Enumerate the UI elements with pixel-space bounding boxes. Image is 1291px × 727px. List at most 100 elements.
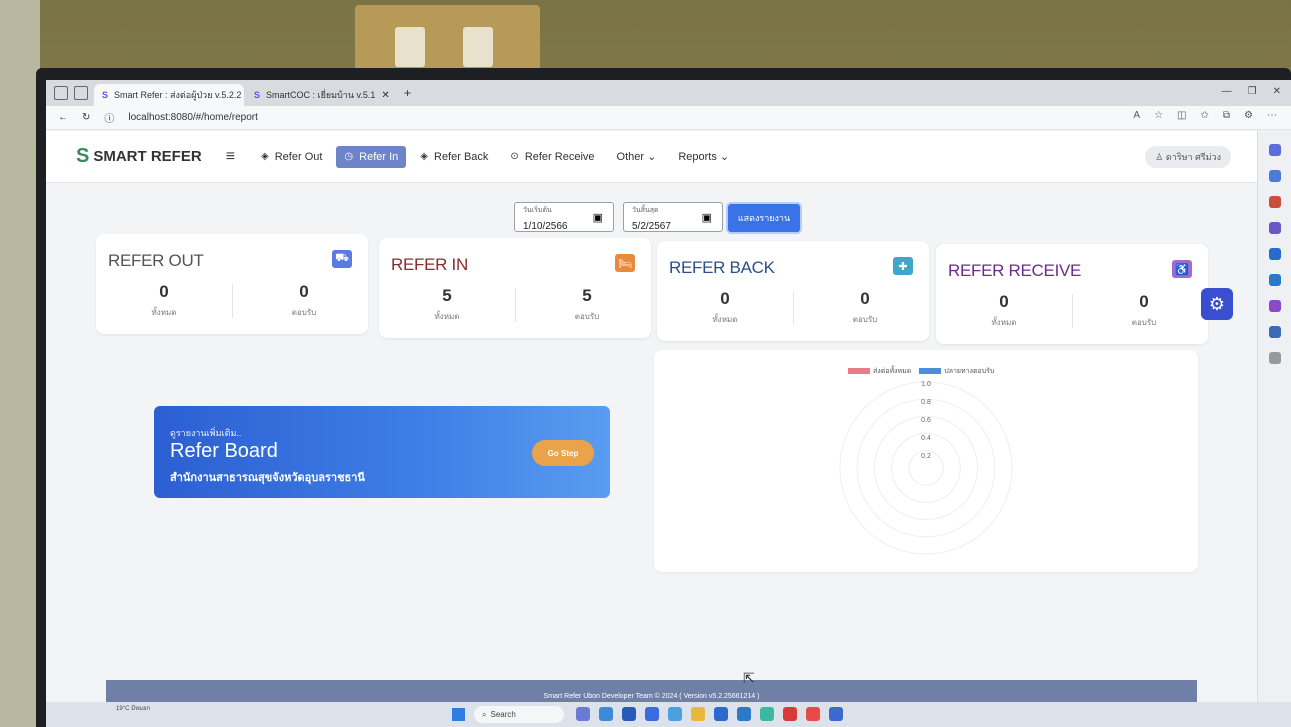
nav-refer-out[interactable]: ◈ Refer Out [253, 146, 330, 168]
nav-refer-in[interactable]: ◷ Refer In [336, 145, 407, 168]
games-icon[interactable] [1268, 222, 1281, 234]
menu-hamburger-icon[interactable]: ≡ [226, 148, 235, 166]
stat-value: 0 [720, 289, 730, 308]
footer-text: Smart Refer Ubon Developer Team © 2024 (… [543, 693, 760, 700]
card-refer-receive[interactable]: REFER RECEIVE ♿ 0 ทั้งหมด 0 ตอบรับ [936, 244, 1208, 344]
reload-icon[interactable]: ↻ [82, 112, 90, 123]
add-icon[interactable] [1268, 352, 1281, 364]
url-field[interactable]: localhost:8080/#/home/report [128, 112, 258, 123]
favorite-star-icon[interactable]: ☆ [1154, 110, 1163, 121]
nav-reports-dropdown[interactable]: Reports ⌄ [670, 145, 737, 168]
weather-text: 19°C มีหมอก [116, 706, 151, 712]
outlook-icon[interactable] [1268, 274, 1281, 286]
stat-label: ทั้งหมด [712, 315, 738, 324]
favorites-icon[interactable]: ✩ [1201, 110, 1209, 121]
card-refer-in[interactable]: REFER IN 🛏 5 ทั้งหมด 5 ตอบรับ [379, 238, 651, 338]
search-icon[interactable] [1268, 144, 1281, 156]
app-icon[interactable] [737, 707, 751, 721]
tab-actions-icon[interactable] [74, 86, 88, 100]
stat-value: 5 [442, 286, 452, 305]
card-refer-back[interactable]: REFER BACK ✚ 0 ทั้งหมด 0 ตอบรับ [657, 241, 929, 341]
calendar-icon[interactable]: ▣ [593, 211, 603, 224]
read-aloud-icon[interactable]: A [1133, 110, 1140, 121]
app-icon[interactable] [783, 707, 797, 721]
extensions-icon[interactable]: ⚙ [1244, 110, 1253, 121]
nav-other-dropdown[interactable]: Other ⌄ [609, 145, 665, 168]
calendar-icon[interactable]: ▣ [702, 211, 712, 224]
app-icon[interactable] [576, 707, 590, 721]
nav-label: Refer Out [274, 150, 323, 163]
tab-label: SmartCOC : เยี่ยมบ้าน v.5.1 [266, 90, 376, 100]
shopping-icon[interactable] [1268, 170, 1281, 182]
tab-label: Smart Refer : ส่งต่อผู้ป่วย v.5.2.2 [114, 90, 242, 100]
tab-smartcoc[interactable]: S SmartCOC : เยี่ยมบ้าน v.5.1 ✕ [246, 84, 396, 106]
radar-tick-label: 0.2 [921, 453, 931, 460]
split-screen-icon[interactable]: ◫ [1177, 110, 1186, 121]
office-icon[interactable] [1268, 248, 1281, 260]
stat-total: 5 ทั้งหมด [387, 286, 507, 323]
app-icon[interactable] [599, 707, 613, 721]
stat-total: 0 ทั้งหมด [104, 282, 224, 319]
back-icon[interactable]: ← [58, 112, 68, 123]
start-date-value: 1/10/2566 [523, 221, 568, 232]
restore-icon[interactable]: ❐ [1248, 86, 1257, 97]
app-icon[interactable] [668, 707, 682, 721]
info-icon[interactable]: ⓘ [104, 110, 114, 125]
end-date-value: 5/2/2567 [632, 221, 671, 232]
minimize-icon[interactable]: — [1222, 86, 1232, 97]
edge-icon[interactable] [760, 707, 774, 721]
collections-icon[interactable]: ⧉ [1223, 110, 1230, 121]
close-tab-icon[interactable]: ✕ [381, 90, 389, 101]
word-icon[interactable] [1268, 326, 1281, 338]
stat-accepted: 0 ตอบรับ [244, 282, 364, 319]
folder-icon[interactable] [691, 707, 705, 721]
user-menu[interactable]: ♙ ดาริษา ศรีม่วง [1145, 146, 1231, 168]
radar-ring [891, 433, 961, 503]
app-icon[interactable] [714, 707, 728, 721]
close-window-icon[interactable]: ✕ [1273, 86, 1281, 97]
window-controls: — ❐ ✕ [1222, 86, 1281, 97]
radar-tick-label: 0.8 [921, 399, 931, 406]
stat-accepted: 0 ตอบรับ [1084, 292, 1204, 329]
app-icon[interactable] [645, 707, 659, 721]
browser-toolbar-icons: A ☆ ◫ ✩ ⧉ ⚙ ⋯ [1133, 110, 1277, 121]
app-icon[interactable] [806, 707, 820, 721]
hospital-bed-icon: 🛏 [615, 254, 635, 272]
nav-refer-receive[interactable]: ⊙ Refer Receive [502, 146, 602, 168]
windows-start-icon[interactable] [452, 708, 465, 721]
settings-gear-icon[interactable]: ⚙ [1201, 288, 1233, 320]
stat-accepted: 5 ตอบรับ [527, 286, 647, 323]
end-date-field[interactable]: วันสิ้นสุด 5/2/2567 ▣ [623, 202, 723, 232]
designer-icon[interactable] [1268, 300, 1281, 312]
app-logo[interactable]: S SMART REFER [76, 145, 202, 168]
show-report-button[interactable]: แสดงรายงาน [728, 204, 800, 232]
radar-tick-labels: 1.0 0.8 0.6 0.4 0.2 [921, 381, 931, 460]
app-icon[interactable] [829, 707, 843, 721]
nav-label: Refer In [359, 150, 399, 163]
tools-icon[interactable] [1268, 196, 1281, 208]
stat-label: ตอบรับ [1131, 318, 1157, 327]
search-label: Search [490, 710, 516, 719]
workspaces-icon[interactable] [54, 86, 68, 100]
new-tab-icon[interactable]: + [398, 86, 417, 106]
nav-label: Refer Receive [524, 150, 595, 163]
radar-tick-label: 1.0 [921, 381, 931, 388]
tab-bar: S Smart Refer : ส่งต่อผู้ป่วย v.5.2.2 ✕ … [46, 80, 1291, 106]
taskbar-search[interactable]: ⌕ Search [474, 706, 564, 723]
divider [515, 288, 516, 322]
nav-refer-back[interactable]: ◈ Refer Back [412, 146, 496, 168]
user-icon: ♙ [1155, 152, 1166, 162]
radar-tick-label: 0.6 [921, 417, 931, 424]
stat-label: ทั้งหมด [151, 308, 177, 317]
taskbar: 19°C มีหมอก ⌕ Search [46, 702, 1291, 727]
divider [1072, 294, 1073, 328]
app-icon[interactable] [622, 707, 636, 721]
weather-widget[interactable]: 19°C มีหมอก [116, 705, 150, 713]
more-icon[interactable]: ⋯ [1267, 110, 1277, 121]
go-step-button[interactable]: Go Step [532, 440, 594, 466]
card-refer-out[interactable]: REFER OUT ⛟ 0 ทั้งหมด 0 ตอบรับ [96, 234, 368, 334]
stat-value: 5 [582, 286, 592, 305]
tab-smart-refer[interactable]: S Smart Refer : ส่งต่อผู้ป่วย v.5.2.2 ✕ [94, 84, 244, 106]
smartcoc-favicon-icon: S [254, 90, 261, 100]
start-date-field[interactable]: วันเริ่มต้น 1/10/2566 ▣ [514, 202, 614, 232]
